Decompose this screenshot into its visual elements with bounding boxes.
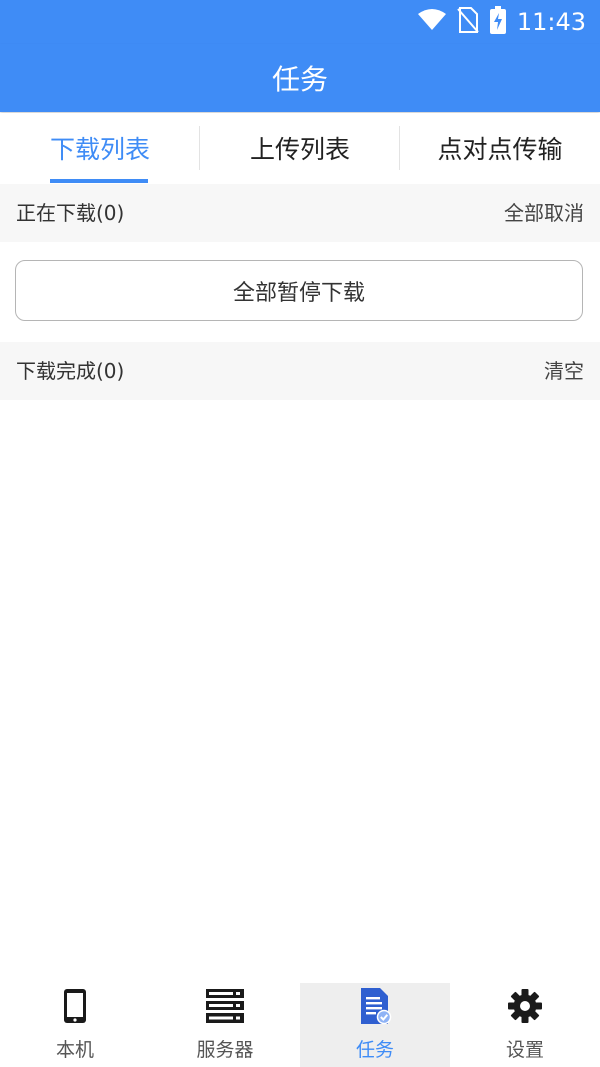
server-icon	[205, 987, 245, 1025]
active-tab-indicator	[50, 179, 148, 183]
nav-item-server[interactable]: 服务器	[150, 983, 300, 1067]
page-title: 任务	[271, 63, 328, 96]
tab-p2p-transfer[interactable]: 点对点传输	[400, 113, 600, 183]
phone-icon	[63, 987, 87, 1025]
gear-icon	[507, 987, 543, 1025]
app-bar: 任务	[0, 44, 600, 112]
bottom-navigation: 本机 服务器 任务 设置	[0, 983, 600, 1067]
pause-all-label: 全部暂停下载	[232, 280, 365, 306]
downloading-section-header: 正在下载(0) 全部取消	[0, 184, 600, 242]
status-icons: 11:43	[417, 6, 586, 38]
nav-label: 设置	[505, 1039, 544, 1061]
tab-upload-list[interactable]: 上传列表	[200, 113, 400, 183]
tab-label: 下载列表	[49, 135, 150, 164]
task-document-icon	[358, 987, 392, 1025]
tab-download-list[interactable]: 下载列表	[0, 113, 200, 183]
wifi-icon	[417, 8, 447, 36]
tab-bar: 下载列表 上传列表 点对点传输	[0, 113, 600, 183]
nav-item-tasks[interactable]: 任务	[300, 983, 450, 1067]
pause-all-downloads-button[interactable]: 全部暂停下载	[15, 260, 583, 321]
cancel-all-button[interactable]: 全部取消	[504, 184, 584, 242]
nav-item-settings[interactable]: 设置	[450, 983, 600, 1067]
tab-label: 上传列表	[249, 135, 350, 164]
clear-button[interactable]: 清空	[544, 342, 584, 400]
battery-charging-icon	[489, 6, 507, 38]
status-time: 11:43	[516, 8, 586, 36]
nav-label: 本机	[55, 1039, 94, 1061]
completed-section-header: 下载完成(0) 清空	[0, 342, 600, 400]
tab-label: 点对点传输	[437, 135, 563, 164]
completed-title: 下载完成(0)	[16, 359, 125, 383]
downloading-title: 正在下载(0)	[16, 201, 125, 225]
nav-label: 服务器	[196, 1039, 254, 1061]
status-bar: 11:43	[0, 0, 600, 44]
nav-item-local[interactable]: 本机	[0, 983, 150, 1067]
nav-label: 任务	[355, 1039, 394, 1061]
no-sim-icon	[457, 7, 479, 37]
